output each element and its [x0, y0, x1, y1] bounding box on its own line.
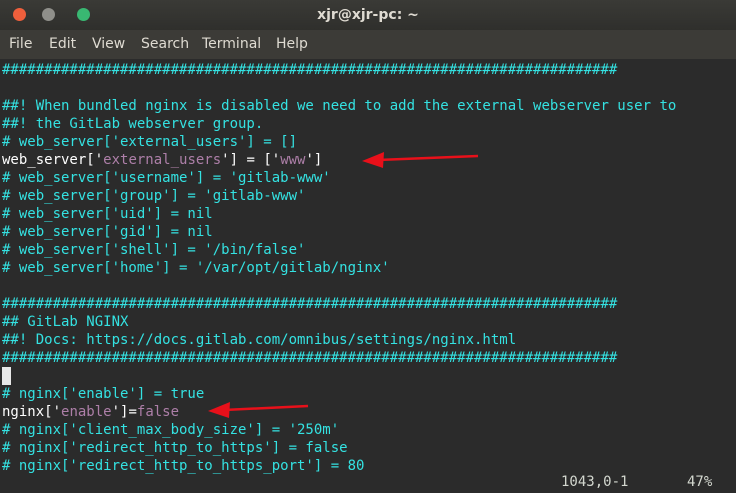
- annotation-arrow-icon: [362, 152, 479, 168]
- terminal-window: xjr@xjr-pc: ~ File Edit View Search Term…: [0, 0, 736, 493]
- annotation-arrow-icon: [208, 402, 309, 418]
- annotation-arrows: [208, 152, 479, 418]
